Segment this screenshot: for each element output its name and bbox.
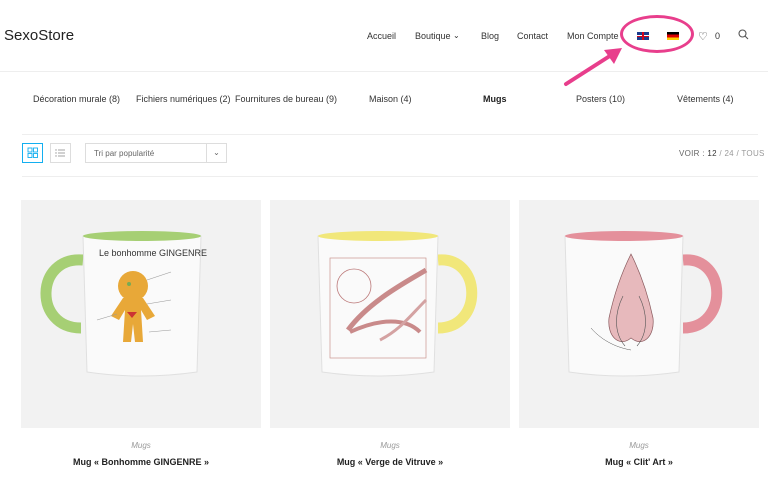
chevron-down-icon: ⌄ bbox=[453, 31, 460, 40]
per-page-tous[interactable]: TOUS bbox=[741, 149, 764, 158]
category-posters[interactable]: Posters (10) bbox=[576, 94, 625, 104]
product-title[interactable]: Mug « Bonhomme GINGENRE » bbox=[21, 457, 261, 467]
list-view-button[interactable] bbox=[50, 143, 71, 163]
category-decoration-murale[interactable]: Décoration murale (8) bbox=[33, 94, 120, 104]
divider bbox=[22, 176, 758, 177]
wishlist-heart-icon[interactable]: ♡ bbox=[698, 30, 708, 43]
nav-contact[interactable]: Contact bbox=[517, 31, 548, 41]
category-fournitures-bureau[interactable]: Fournitures de bureau (9) bbox=[235, 94, 337, 104]
per-page-12[interactable]: 12 bbox=[707, 149, 717, 158]
list-icon bbox=[55, 149, 65, 157]
grid-view-button[interactable] bbox=[22, 143, 43, 163]
wishlist-count: 0 bbox=[715, 31, 721, 41]
product-category[interactable]: Mugs bbox=[21, 441, 261, 450]
annotation-arrow-icon bbox=[564, 48, 622, 86]
product-image[interactable]: Le bonhomme GINGENRE bbox=[21, 200, 261, 428]
grid-icon bbox=[27, 147, 38, 158]
chevron-down-icon: ⌄ bbox=[206, 144, 226, 162]
search-icon[interactable] bbox=[738, 29, 749, 40]
category-maison[interactable]: Maison (4) bbox=[369, 94, 412, 104]
per-page-selector: VOIR : 12 / 24 / TOUS bbox=[679, 149, 765, 158]
nav-accueil[interactable]: Accueil bbox=[367, 31, 396, 41]
product-category[interactable]: Mugs bbox=[270, 441, 510, 450]
mug-clit-art-image bbox=[564, 231, 723, 377]
voir-label: VOIR : bbox=[679, 149, 705, 158]
nav-blog[interactable]: Blog bbox=[481, 31, 499, 41]
product-image[interactable] bbox=[519, 200, 759, 428]
annotation-circle bbox=[620, 15, 694, 53]
product-image[interactable] bbox=[270, 200, 510, 428]
sort-selected-value: Tri par popularité bbox=[94, 149, 155, 158]
category-fichiers-numeriques[interactable]: Fichiers numériques (2) bbox=[136, 94, 231, 104]
nav-boutique[interactable]: Boutique bbox=[415, 31, 451, 41]
mug-title: Le bonhomme GINGENRE bbox=[99, 248, 207, 258]
product-category[interactable]: Mugs bbox=[519, 441, 759, 450]
category-vetements[interactable]: Vêtements (4) bbox=[677, 94, 734, 104]
per-page-24[interactable]: 24 bbox=[724, 149, 734, 158]
product-title[interactable]: Mug « Clit' Art » bbox=[519, 457, 759, 467]
product-title[interactable]: Mug « Verge de Vitruve » bbox=[270, 457, 510, 467]
mug-vitruve-image bbox=[317, 231, 478, 377]
site-logo[interactable]: SexoStore bbox=[4, 27, 74, 44]
category-mugs[interactable]: Mugs bbox=[483, 94, 507, 104]
mug-gingenre-image: Le bonhomme GINGENRE bbox=[40, 231, 207, 377]
sort-select[interactable]: Tri par popularité ⌄ bbox=[85, 143, 227, 163]
divider bbox=[22, 134, 758, 135]
